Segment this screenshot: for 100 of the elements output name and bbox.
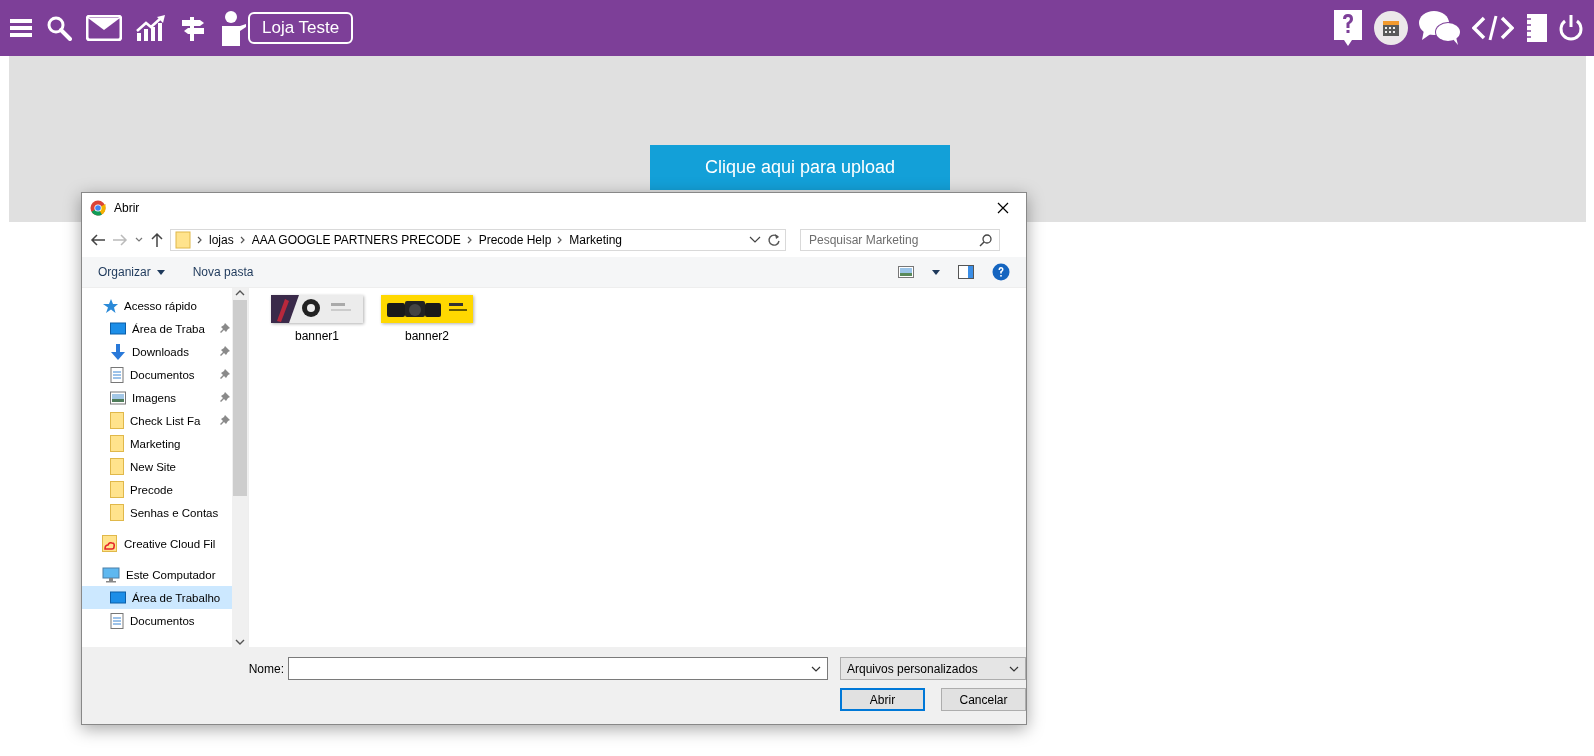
computer-icon bbox=[102, 566, 120, 583]
nav-label: Check List Fa bbox=[130, 414, 201, 427]
nav-item[interactable]: Creative Cloud Fil bbox=[82, 532, 232, 555]
help-icon[interactable] bbox=[992, 263, 1010, 281]
document-icon bbox=[110, 612, 124, 629]
folder-icon bbox=[175, 231, 191, 249]
up-arrow-icon[interactable] bbox=[150, 232, 164, 248]
menu-icon[interactable] bbox=[10, 18, 32, 38]
nav-item[interactable]: Área de Trabalho bbox=[82, 586, 232, 609]
power-icon[interactable] bbox=[1558, 14, 1584, 42]
search-icon[interactable] bbox=[46, 15, 72, 41]
dropdown-chevron-icon bbox=[811, 665, 821, 672]
dropdown-chevron-icon[interactable] bbox=[134, 236, 144, 244]
file-type-dropdown[interactable]: Arquivos personalizados bbox=[840, 657, 1026, 680]
nav-label: Área de Trabalho bbox=[132, 591, 221, 604]
nav-item[interactable]: Este Computador bbox=[82, 563, 232, 586]
nav-item[interactable]: Precode bbox=[82, 478, 232, 501]
chevron-right-icon bbox=[239, 236, 246, 244]
signpost-icon[interactable] bbox=[180, 15, 206, 41]
folder-icon bbox=[110, 504, 124, 521]
pictures-icon bbox=[110, 390, 126, 405]
chart-icon[interactable] bbox=[136, 15, 166, 41]
nav-label: Área de Traba bbox=[132, 322, 205, 335]
nav-item[interactable]: Marketing bbox=[82, 432, 232, 455]
pin-icon bbox=[220, 323, 230, 333]
nav-label: Acesso rápido bbox=[124, 299, 197, 312]
search-icon bbox=[979, 234, 992, 247]
nav-item[interactable]: New Site bbox=[82, 455, 232, 478]
chat-bubbles-icon[interactable] bbox=[1418, 10, 1462, 46]
chevron-right-icon bbox=[466, 236, 473, 244]
breadcrumb-item[interactable]: Precode Help bbox=[478, 233, 552, 247]
download-arrow-icon bbox=[110, 343, 126, 360]
cancel-button[interactable]: Cancelar bbox=[941, 688, 1026, 711]
dropdown-chevron-icon bbox=[1009, 665, 1019, 672]
nav-item[interactable]: Check List Fa bbox=[82, 409, 232, 432]
nav-label: Documentos bbox=[130, 368, 195, 381]
envelope-icon[interactable] bbox=[86, 15, 122, 41]
search-field[interactable]: Pesquisar Marketing bbox=[800, 229, 1000, 251]
preview-pane-icon[interactable] bbox=[958, 265, 974, 279]
caret-icon bbox=[156, 269, 165, 275]
nav-item[interactable]: Senhas e Contas bbox=[82, 501, 232, 524]
close-icon bbox=[997, 202, 1009, 214]
open-button[interactable]: Abrir bbox=[840, 688, 925, 711]
view-picture-icon[interactable] bbox=[898, 266, 914, 278]
star-icon bbox=[102, 297, 118, 314]
file-name-field[interactable] bbox=[288, 657, 828, 680]
folder-icon bbox=[110, 435, 124, 452]
scroll-down-icon[interactable] bbox=[235, 637, 245, 647]
folder-icon bbox=[110, 458, 124, 475]
nav-item[interactable]: Acesso rápido bbox=[82, 294, 232, 317]
scrollbar-thumb[interactable] bbox=[233, 300, 247, 496]
pin-icon bbox=[220, 415, 230, 425]
breadcrumb-item[interactable]: AAA GOOGLE PARTNERS PRECODE bbox=[251, 233, 461, 247]
nav-label: Imagens bbox=[132, 391, 177, 404]
nav-label: Creative Cloud Fil bbox=[124, 537, 216, 550]
folder-icon bbox=[110, 481, 124, 498]
nav-label: Senhas e Contas bbox=[130, 506, 219, 519]
nav-label: Este Computador bbox=[126, 568, 216, 581]
refresh-icon[interactable] bbox=[767, 233, 781, 247]
dialog-title: Abrir bbox=[114, 201, 140, 215]
organize-menu[interactable]: Organizar bbox=[98, 265, 165, 279]
nav-item[interactable]: Imagens bbox=[82, 386, 232, 409]
file-name-label: Nome: bbox=[247, 661, 284, 676]
folder-icon bbox=[110, 412, 124, 429]
pin-icon bbox=[220, 392, 230, 402]
nav-label: Downloads bbox=[132, 345, 189, 358]
document-icon bbox=[110, 366, 124, 383]
calendar-button[interactable] bbox=[1374, 11, 1408, 45]
file-name[interactable]: banner1 bbox=[294, 329, 339, 343]
chevron-right-icon bbox=[197, 236, 203, 244]
back-arrow-icon[interactable] bbox=[90, 233, 106, 247]
monitor-icon bbox=[110, 590, 126, 605]
pin-icon bbox=[220, 346, 230, 356]
code-icon[interactable] bbox=[1472, 15, 1514, 41]
nav-label: Documentos bbox=[130, 614, 195, 627]
calendar-icon bbox=[1382, 19, 1400, 37]
file-name[interactable]: banner2 bbox=[404, 329, 449, 343]
scroll-up-icon[interactable] bbox=[235, 288, 245, 298]
breadcrumb-item[interactable]: Marketing bbox=[569, 233, 623, 247]
store-button[interactable]: Loja Teste bbox=[248, 12, 354, 44]
new-folder-button[interactable]: Nova pasta bbox=[192, 265, 254, 279]
breadcrumb-item[interactable]: lojas bbox=[209, 233, 234, 247]
nav-item[interactable]: Downloads bbox=[82, 340, 232, 363]
dropdown-chevron-icon[interactable] bbox=[749, 236, 761, 244]
nav-label: Marketing bbox=[130, 437, 181, 450]
help-icon[interactable] bbox=[1332, 8, 1364, 48]
address-bar[interactable]: lojas AAA GOOGLE PARTNERS PRECODE Precode Help Marketing bbox=[170, 229, 786, 251]
nav-label: Precode bbox=[130, 483, 173, 496]
cloud-folder-icon bbox=[102, 534, 118, 553]
nav-item[interactable]: Documentos bbox=[82, 363, 232, 386]
nav-item[interactable]: Documentos bbox=[82, 609, 232, 632]
notebook-icon[interactable] bbox=[1524, 13, 1548, 43]
caret-icon[interactable] bbox=[932, 269, 940, 275]
chevron-right-icon bbox=[557, 236, 564, 244]
scrollbar[interactable] bbox=[232, 288, 248, 647]
nav-label: New Site bbox=[130, 460, 177, 473]
nav-item[interactable]: Área de Traba bbox=[82, 317, 232, 340]
monitor-icon bbox=[110, 321, 126, 336]
presenter-icon bbox=[220, 10, 246, 46]
chrome-icon bbox=[90, 200, 106, 216]
